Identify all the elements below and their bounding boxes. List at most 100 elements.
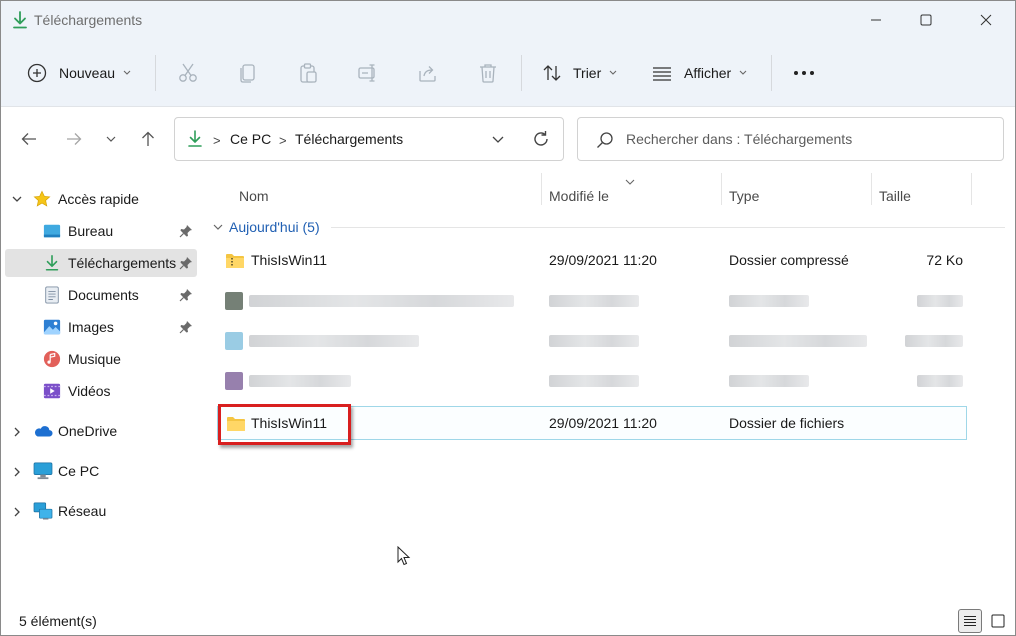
search-box[interactable] <box>577 117 1004 161</box>
blurred-date <box>549 295 639 307</box>
forward-button[interactable] <box>60 125 88 153</box>
sidebar-item-label: Vidéos <box>68 383 111 399</box>
up-button[interactable] <box>134 125 162 153</box>
paste-button[interactable] <box>297 53 319 93</box>
download-arrow-icon <box>13 11 27 29</box>
blurred-name <box>249 295 514 307</box>
scissors-icon <box>179 63 197 82</box>
sidebar-item-label: Documents <box>68 287 139 303</box>
mouse-cursor-icon <box>397 546 411 566</box>
pictures-icon <box>43 319 61 335</box>
file-type: Dossier compressé <box>729 252 849 268</box>
sidebar-item-label: Bureau <box>68 223 114 239</box>
delete-button[interactable] <box>477 53 499 93</box>
sidebar-item-label: OneDrive <box>58 423 118 439</box>
tiles-view-icon <box>991 614 1005 628</box>
file-row-blurred[interactable] <box>217 324 967 358</box>
sidebar-item-this-pc[interactable]: Ce PC <box>5 457 197 485</box>
minimize-icon <box>871 19 881 21</box>
item-count: 5 élément(s) <box>19 613 97 629</box>
sidebar-item-documents[interactable]: Documents <box>5 281 197 309</box>
close-button[interactable] <box>963 1 1009 39</box>
search-input[interactable] <box>626 126 986 152</box>
recent-locations-button[interactable] <box>97 125 125 153</box>
column-divider[interactable] <box>971 173 972 205</box>
copy-icon <box>240 64 255 83</box>
title-bar[interactable]: Téléchargements <box>1 1 1015 39</box>
cut-button[interactable] <box>177 53 199 93</box>
more-options-button[interactable] <box>793 53 815 93</box>
sidebar-item-network[interactable]: Réseau <box>5 497 197 525</box>
tiles-view-button[interactable] <box>986 609 1010 633</box>
chevron-right-icon[interactable] <box>12 506 22 518</box>
copy-button[interactable] <box>237 53 259 93</box>
view-button[interactable]: Afficher <box>651 53 747 93</box>
group-header-today[interactable]: Aujourd'hui (5) <box>213 217 320 237</box>
navigation-pane: Accès rapide Bureau Téléchargements Docu… <box>1 171 201 599</box>
chevron-down-icon <box>106 136 116 142</box>
blurred-type <box>729 375 809 387</box>
file-modified: 29/09/2021 11:20 <box>549 252 657 268</box>
sidebar-item-videos[interactable]: Vidéos <box>5 377 197 405</box>
star-icon <box>33 190 51 207</box>
sidebar-item-label: Images <box>68 319 114 335</box>
sort-arrows-icon <box>543 65 561 81</box>
details-view-button[interactable] <box>958 609 982 633</box>
plus-circle-icon <box>27 63 47 83</box>
blurred-name <box>249 375 351 387</box>
arrow-right-icon <box>67 133 82 145</box>
sort-button[interactable]: Trier <box>541 53 617 93</box>
breadcrumb-ce-pc[interactable]: Ce PC <box>230 131 271 147</box>
download-arrow-icon <box>45 254 59 271</box>
zip-folder-icon <box>226 254 244 268</box>
column-header-type[interactable]: Type <box>721 181 871 211</box>
file-row-blurred[interactable] <box>217 284 967 318</box>
group-divider <box>331 227 1005 228</box>
sidebar-item-pictures[interactable]: Images <box>5 313 197 341</box>
chevron-down-icon[interactable] <box>11 194 23 204</box>
share-button[interactable] <box>417 53 439 93</box>
command-bar: Nouveau Trier Afficher <box>1 39 1015 107</box>
pin-icon[interactable] <box>179 224 193 238</box>
pin-icon[interactable] <box>179 256 193 270</box>
trash-icon <box>480 64 496 83</box>
rename-button[interactable] <box>357 53 379 93</box>
new-button[interactable]: Nouveau <box>27 53 131 93</box>
sort-label: Trier <box>573 65 602 81</box>
refresh-icon[interactable] <box>531 129 551 149</box>
document-icon <box>45 286 59 304</box>
sidebar-item-downloads[interactable]: Téléchargements <box>5 249 197 277</box>
list-view-icon <box>653 67 671 81</box>
sidebar-item-music[interactable]: Musique <box>5 345 197 373</box>
file-row[interactable]: ThisIsWin11 29/09/2021 11:20 Dossier com… <box>217 244 967 278</box>
chevron-down-icon[interactable] <box>491 132 505 146</box>
file-modified: 29/09/2021 11:20 <box>549 415 657 431</box>
sidebar-item-onedrive[interactable]: OneDrive <box>5 417 197 445</box>
chevron-down-icon <box>213 224 223 230</box>
column-header-modified[interactable]: Modifié le <box>541 179 721 211</box>
file-type: Dossier de fichiers <box>729 415 845 431</box>
pin-icon[interactable] <box>179 320 193 334</box>
sidebar-item-desktop[interactable]: Bureau <box>5 217 197 245</box>
chevron-right-icon[interactable] <box>12 466 22 478</box>
chevron-right-icon[interactable] <box>12 426 22 438</box>
column-header-size[interactable]: Taille <box>871 181 971 211</box>
blurred-app-icon <box>225 292 243 310</box>
more-dots-icon <box>794 71 814 75</box>
file-list: Nom Modifié le Type Taille Aujourd'hui (… <box>201 171 1015 599</box>
blurred-size <box>905 335 963 347</box>
sidebar-item-quick-access[interactable]: Accès rapide <box>5 185 197 213</box>
minimize-button[interactable] <box>853 1 899 39</box>
file-size: 72 Ko <box>926 252 963 268</box>
chevron-down-icon <box>123 70 131 75</box>
sidebar-item-label: Musique <box>68 351 121 367</box>
file-row-blurred[interactable] <box>217 364 967 398</box>
back-button[interactable] <box>15 125 43 153</box>
music-icon <box>43 350 61 368</box>
file-name: ThisIsWin11 <box>251 252 327 268</box>
maximize-button[interactable] <box>903 1 949 39</box>
breadcrumb-telechargements[interactable]: Téléchargements <box>295 131 403 147</box>
address-bar[interactable]: > Ce PC > Téléchargements <box>174 117 564 161</box>
column-header-name[interactable]: Nom <box>231 181 541 211</box>
pin-icon[interactable] <box>179 288 193 302</box>
